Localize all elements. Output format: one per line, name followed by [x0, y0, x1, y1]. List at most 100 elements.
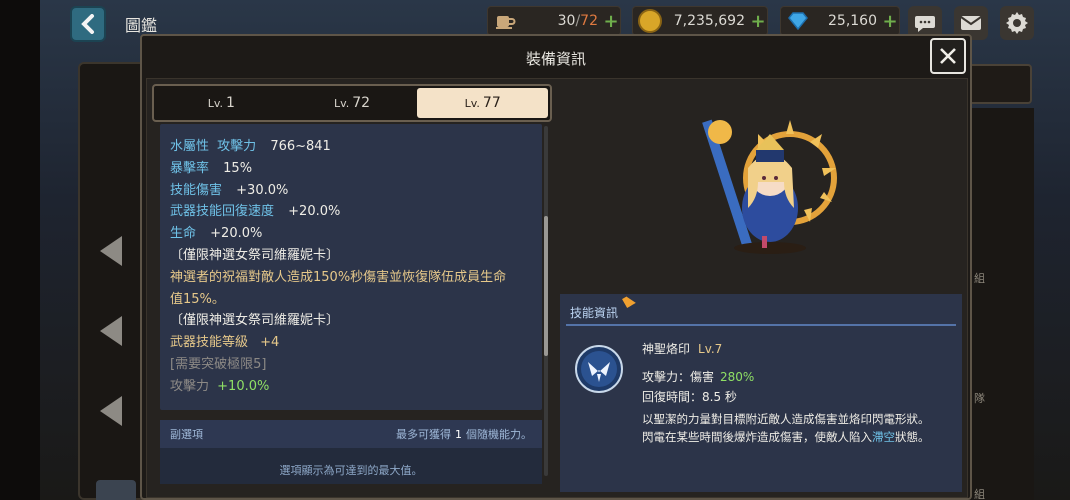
back-button[interactable]: [70, 6, 106, 42]
skill-description-text: 閃電在某些時間後爆炸造成傷害，使敵人陷入: [642, 430, 872, 444]
stat-label: 武器技能等級: [170, 335, 249, 351]
skill-description-line: 以聖潔的力量對目標附近敵人造成傷害並烙印閃電形狀。: [642, 412, 930, 426]
sub-options-label: 副選項: [170, 428, 203, 441]
sub-options-max-prefix: 最多可獲得: [396, 428, 451, 441]
settings-button[interactable]: [1000, 6, 1034, 40]
add-stamina-button[interactable]: +: [602, 11, 620, 32]
stat-value: +20.0%: [210, 226, 263, 242]
gold-value: 7,235,692: [673, 13, 745, 29]
add-gold-button[interactable]: +: [749, 11, 767, 32]
tab-lv-77[interactable]: Lv. 77: [417, 88, 549, 118]
background-right-panel: [964, 108, 1034, 500]
sub-options-max-suffix: 個隨機能力。: [466, 428, 532, 441]
level-tabs: Lv. 1 Lv. 72 Lv. 77: [152, 84, 552, 122]
tab-level: 1: [226, 95, 235, 111]
exclusive-description: 值15%。: [170, 291, 225, 307]
chat-icon: [915, 16, 935, 32]
stats-panel: 水屬性 攻擊力 766~841 暴擊率 15% 技能傷害 +30.0% 武器技能…: [160, 124, 542, 410]
sub-options-panel: 副選項 最多可獲得 1 個隨機能力。 選項顯示為可達到的最大值。: [160, 420, 542, 484]
stat-value: +4: [260, 335, 280, 351]
limit-break-note: [需要突破極限5]: [170, 356, 267, 372]
dialog-title: 裝備資訊: [525, 50, 586, 68]
gem-value: 25,160: [828, 13, 877, 29]
stat-value: +20.0%: [288, 204, 341, 220]
sub-options-header: 副選項 最多可獲得 1 個隨機能力。: [160, 420, 542, 448]
background-side-text: 組: [974, 272, 985, 285]
skill-description-line: 閃電在某些時間後爆炸造成傷害，使敵人陷入滯空狀態。: [642, 428, 960, 446]
stat-value: 15%: [223, 160, 253, 176]
stat-weapon-skill-level: 武器技能等級 +4: [170, 332, 532, 354]
prev-arrow-icon[interactable]: [100, 316, 122, 346]
skill-damage-row: 攻擊力：傷害 280%: [642, 368, 754, 385]
skill-cooldown: 回復時間：8.5 秒: [642, 390, 737, 404]
prev-arrow-icon[interactable]: [100, 236, 122, 266]
left-letterbox: [0, 0, 40, 500]
skill-description: 以聖潔的力量對目標附近敵人造成傷害並烙印閃電形狀。 閃電在某些時間後爆炸造成傷害…: [642, 410, 960, 446]
equipment-info-dialog: 裝備資訊 Lv. 1 Lv. 72 Lv. 77 水屬性 攻擊力 766~841 暴擊…: [140, 34, 972, 500]
skill-name: 神聖烙印: [642, 342, 691, 356]
holy-brand-skill-icon: [574, 344, 624, 394]
background-left-panel: [78, 62, 148, 500]
character-portrait: [682, 98, 862, 268]
skill-name-row: 神聖烙印 Lv.7: [642, 340, 722, 357]
diamond-icon: [786, 9, 810, 33]
sub-options-max-count: 1: [455, 428, 462, 441]
stat-skill-damage: 技能傷害 +30.0%: [170, 180, 532, 202]
stat-label: 攻擊力: [217, 139, 257, 154]
stat-attack-bonus: 攻擊力 +10.0%: [170, 376, 532, 398]
stat-label: 技能傷害: [170, 182, 223, 198]
stats-scrollbar[interactable]: [544, 126, 548, 476]
tab-level: 77: [482, 95, 501, 111]
stat-hp: 生命 +20.0%: [170, 223, 532, 245]
stat-label: 攻擊力: [170, 378, 210, 394]
exclusive-header: 〔僅限神選女祭司維羅妮卡〕: [170, 313, 340, 329]
gem-counter: 25,160 +: [780, 6, 900, 36]
page-title: 圖鑑: [125, 16, 158, 35]
background-right-tab: [964, 64, 1032, 104]
skill-info-header: 技能資訊: [570, 306, 619, 320]
exclusive-header: 〔僅限神選女祭司維羅妮卡〕: [170, 247, 340, 263]
close-icon: [940, 48, 956, 64]
tab-prefix: Lv.: [464, 96, 480, 110]
stamina-max: 72: [580, 13, 598, 29]
gear-icon: [1006, 12, 1028, 34]
skill-level: Lv.7: [698, 342, 723, 356]
stamina-current: 30: [557, 13, 576, 29]
skill-info-panel: 技能資訊 神聖烙印 Lv.7 攻擊力：傷害 280% 回復時間：8.5 秒 以聖潔的…: [560, 294, 962, 492]
gold-coin-icon: [638, 9, 662, 33]
close-button[interactable]: [930, 38, 966, 74]
scroll-thumb[interactable]: [544, 216, 548, 356]
skill-description-text: 狀態。: [895, 430, 930, 444]
skill-damage-label: 攻擊力：傷害: [642, 370, 715, 384]
skill-damage-value: 280%: [720, 370, 755, 384]
tab-prefix: Lv.: [333, 96, 350, 110]
coffee-cup-icon: [493, 9, 517, 33]
skill-description-keyword: 滯空: [872, 430, 895, 444]
tab-lv-1[interactable]: Lv. 1: [156, 88, 287, 118]
sub-options-max: 最多可獲得 1 個隨機能力。: [396, 426, 532, 442]
tab-level: 72: [352, 95, 371, 111]
stat-element: 水屬性: [170, 139, 210, 154]
stamina-counter: 30/72 +: [487, 6, 621, 36]
stat-crit: 暴擊率 15%: [170, 158, 532, 180]
mail-icon: [960, 16, 982, 30]
chevron-left-icon: [81, 14, 94, 34]
bottom-button[interactable]: [96, 480, 136, 500]
stat-value: +30.0%: [236, 182, 289, 198]
background-side-text: 隊: [974, 392, 985, 405]
background-side-text: 組: [974, 488, 985, 500]
add-gem-button[interactable]: +: [881, 11, 899, 32]
divider: [566, 324, 956, 326]
gold-counter: 7,235,692 +: [632, 6, 768, 36]
stat-label: 生命: [170, 226, 197, 242]
tab-prefix: Lv.: [207, 96, 224, 110]
stat-attack: 水屬性 攻擊力 766~841: [170, 136, 532, 158]
stat-value: 766~841: [270, 139, 331, 154]
prev-arrow-icon[interactable]: [100, 396, 122, 426]
stat-skill-regen: 武器技能回復速度 +20.0%: [170, 201, 532, 223]
sub-options-note: 選項顯示為可達到的最大值。: [279, 464, 423, 477]
exclusive-description: 神選者的祝福對敵人造成150%秒傷害並恢復隊伍成員生命: [170, 269, 507, 285]
tab-lv-72[interactable]: Lv. 72: [287, 88, 418, 118]
stat-label: 武器技能回復速度: [170, 204, 275, 220]
stat-label: 暴擊率: [170, 160, 210, 176]
